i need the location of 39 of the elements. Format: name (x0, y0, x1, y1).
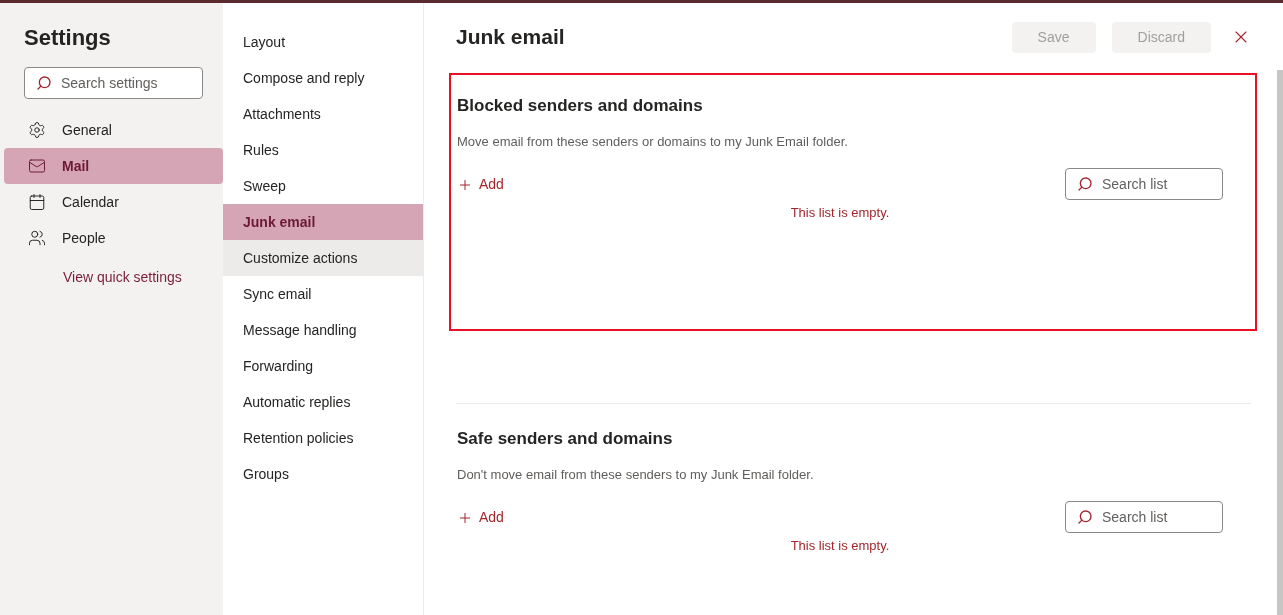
subnav-item[interactable]: Customize actions (223, 240, 423, 276)
add-button[interactable]: Add (457, 507, 1065, 528)
subnav-item[interactable]: Compose and reply (223, 60, 423, 96)
search-field[interactable]: Search list (1065, 501, 1223, 533)
people-icon (28, 229, 46, 247)
empty-list-message: This list is empty. (789, 204, 891, 222)
subnav-item[interactable]: Sweep (223, 168, 423, 204)
gear-icon (28, 121, 46, 139)
category-item[interactable]: Calendar (4, 184, 223, 220)
section-title: Blocked senders and domains (457, 95, 704, 117)
subnav-item[interactable]: Groups (223, 456, 423, 492)
subnav-item[interactable]: Rules (223, 132, 423, 168)
category-item[interactable]: Mail (4, 148, 223, 184)
subnav-item[interactable]: Automatic replies (223, 384, 423, 420)
search-field[interactable]: Search list (1065, 168, 1223, 200)
envelope-icon (28, 157, 46, 175)
add-button[interactable]: Add (457, 174, 1065, 195)
subnav-item[interactable]: Attachments (223, 96, 423, 132)
subnav-item[interactable]: Junk email (223, 204, 423, 240)
subnav-item[interactable]: Layout (223, 24, 423, 60)
category-item[interactable]: General (4, 112, 223, 148)
search-icon (1077, 509, 1093, 525)
category-item[interactable]: People (4, 220, 223, 256)
search-icon (1077, 176, 1093, 192)
search-icon (36, 75, 52, 91)
section-description: Don't move email from these senders to my Junk Email folder. (457, 465, 815, 484)
quick-settings-link[interactable]: View quick settings (63, 267, 223, 288)
section-title: Safe senders and domains (457, 428, 674, 450)
subnav-item[interactable]: Retention policies (223, 420, 423, 456)
scrollbar[interactable] (1277, 70, 1283, 615)
subnav-item[interactable]: Message handling (223, 312, 423, 348)
search-field[interactable]: Search settings (24, 67, 203, 99)
subnav-item[interactable]: Forwarding (223, 348, 423, 384)
panel-title: Junk email (456, 24, 566, 51)
empty-list-message: This list is empty. (789, 537, 891, 555)
settings-title: Settings (23, 24, 112, 52)
subnav-item[interactable]: Sync email (223, 276, 423, 312)
calendar-icon (28, 193, 46, 211)
section-description: Move email from these senders or domains to my Junk Email folder. (457, 132, 849, 151)
